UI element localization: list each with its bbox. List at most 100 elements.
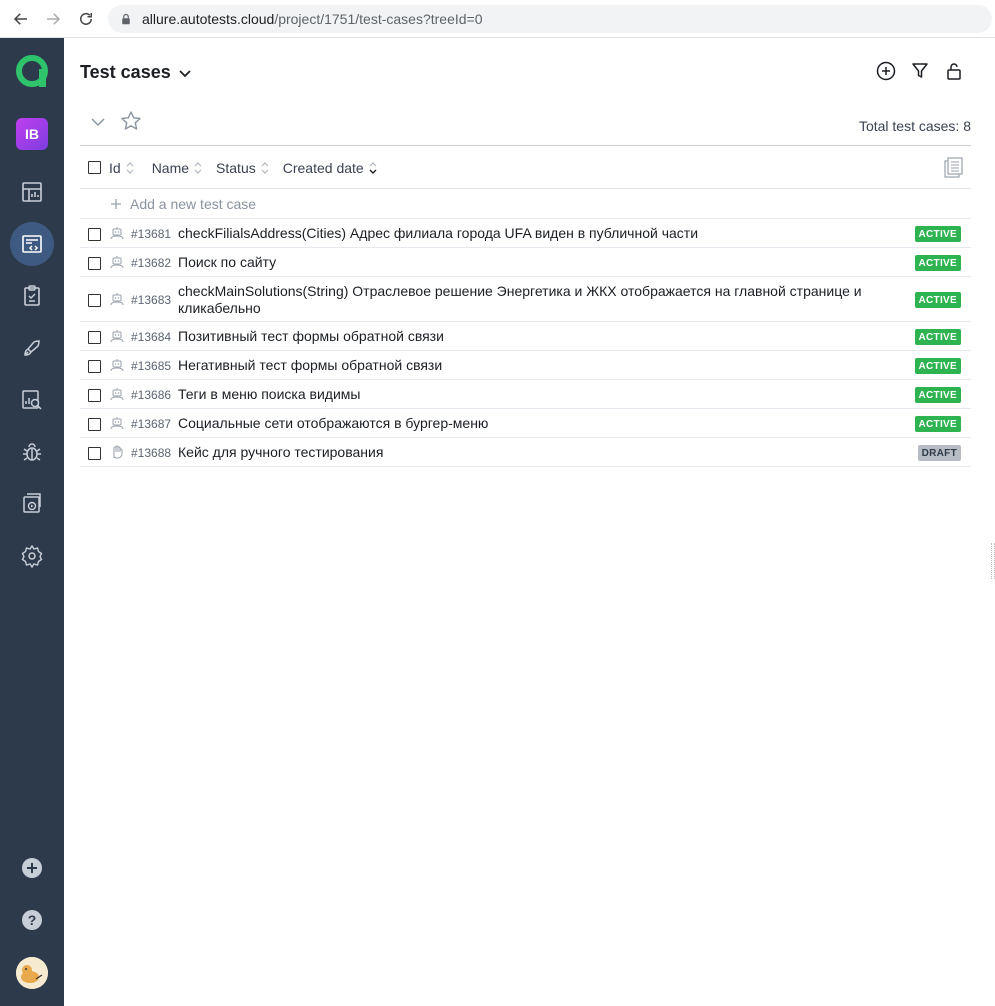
row-checkbox[interactable] [88, 418, 101, 431]
table-header: Id Name Status Created date [80, 147, 971, 189]
row-checkbox[interactable] [88, 360, 101, 373]
test-case-name[interactable]: checkFilialsAddress(Cities) Адрес филиал… [178, 225, 909, 242]
sort-icon [126, 161, 134, 174]
main-content: Test cases Total test cases: 8 Id Name S… [64, 38, 995, 1006]
page-title-text: Test cases [80, 62, 171, 82]
star-icon[interactable] [120, 110, 142, 132]
automated-robot-icon [110, 227, 124, 240]
status-badge: ACTIVE [914, 416, 961, 432]
test-case-id: #13683 [131, 293, 172, 307]
header-actions [875, 60, 965, 82]
filter-icon[interactable] [909, 60, 931, 82]
test-case-name[interactable]: Негативный тест формы обратной связи [178, 357, 909, 374]
resize-handle[interactable] [991, 543, 995, 579]
url-text: allure.autotests.cloud/project/1751/test… [142, 11, 483, 27]
add-circle-icon[interactable] [875, 60, 897, 82]
status-badge: ACTIVE [914, 358, 961, 374]
table-row[interactable]: #13687 Социальные сети отображаются в бур… [80, 409, 971, 438]
add-test-case-row[interactable]: Add a new test case [80, 190, 971, 219]
select-all-checkbox[interactable] [88, 161, 101, 174]
test-case-id: #13686 [131, 388, 172, 402]
total-count: Total test cases: 8 [858, 118, 971, 134]
dashboards-icon[interactable] [10, 170, 54, 214]
test-case-id: #13688 [131, 446, 172, 460]
sidebar: IB ? [0, 38, 64, 1006]
column-status[interactable]: Status [216, 160, 269, 176]
reload-icon[interactable] [70, 0, 102, 38]
sort-desc-icon [369, 161, 377, 174]
column-id[interactable]: Id [109, 160, 134, 176]
test-case-name[interactable]: Теги в меню поиска видимы [178, 386, 909, 403]
row-checkbox[interactable] [88, 447, 101, 460]
column-id-label: Id [109, 159, 121, 176]
allure-logo[interactable] [14, 53, 50, 89]
automated-robot-icon [110, 256, 124, 269]
row-checkbox[interactable] [88, 257, 101, 270]
chevron-down-icon[interactable] [88, 112, 108, 132]
status-badge: ACTIVE [914, 292, 961, 308]
test-case-name[interactable]: Поиск по сайту [178, 254, 909, 271]
status-badge: ACTIVE [914, 255, 961, 271]
back-icon[interactable] [5, 0, 37, 38]
column-created-label: Created date [282, 159, 364, 176]
svg-text:?: ? [28, 912, 37, 928]
row-checkbox[interactable] [88, 294, 101, 307]
automated-robot-icon [110, 293, 124, 306]
status-badge: ACTIVE [914, 226, 961, 242]
table-row[interactable]: #13686 Теги в меню поиска видимы ACTIVE [80, 380, 971, 409]
sort-icon [261, 161, 269, 174]
test-case-id: #13684 [131, 330, 172, 344]
workspace-avatar[interactable]: IB [16, 118, 48, 150]
launches-icon[interactable] [10, 326, 54, 370]
chevron-down-icon [179, 69, 191, 77]
test-case-name[interactable]: Позитивный тест формы обратной связи [178, 328, 909, 345]
table-row[interactable]: #13688 Кейс для ручного тестирования DRAFT [80, 438, 971, 467]
address-bar[interactable]: allure.autotests.cloud/project/1751/test… [108, 5, 992, 33]
test-plans-icon[interactable] [10, 274, 54, 318]
automated-robot-icon [110, 417, 124, 430]
table-row[interactable]: #13681 checkFilialsAddress(Cities) Адрес … [80, 219, 971, 248]
lock-icon[interactable] [118, 11, 134, 27]
forward-icon[interactable] [37, 0, 69, 38]
table-row[interactable]: #13682 Поиск по сайту ACTIVE [80, 248, 971, 277]
tree-toolbar: Total test cases: 8 [80, 108, 971, 146]
manual-hand-icon [113, 445, 123, 459]
browser-toolbar: allure.autotests.cloud/project/1751/test… [0, 0, 995, 38]
column-name-label: Name [151, 159, 190, 176]
plus-icon [111, 199, 121, 209]
table-row[interactable]: #13684 Позитивный тест формы обратной свя… [80, 322, 971, 351]
add-circle-icon[interactable] [10, 846, 54, 890]
settings-icon[interactable] [10, 534, 54, 578]
column-created-date[interactable]: Created date [283, 160, 377, 176]
table-row[interactable]: #13683 checkMainSolutions(String) Отрасле… [80, 277, 971, 322]
test-case-id: #13687 [131, 417, 172, 431]
test-case-name[interactable]: checkMainSolutions(String) Отраслевое ре… [178, 283, 909, 317]
column-settings-icon[interactable] [943, 157, 963, 179]
test-cases-icon[interactable] [10, 222, 54, 266]
automated-robot-icon [110, 330, 124, 343]
test-case-id: #13685 [131, 359, 172, 373]
add-test-case-label: Add a new test case [130, 196, 257, 212]
status-badge: DRAFT [917, 445, 961, 461]
test-case-id: #13681 [131, 227, 172, 241]
user-avatar[interactable] [16, 957, 48, 989]
test-case-id: #13682 [131, 256, 172, 270]
defects-icon[interactable] [10, 430, 54, 474]
jobs-icon[interactable] [10, 482, 54, 526]
row-checkbox[interactable] [88, 331, 101, 344]
test-case-name[interactable]: Кейс для ручного тестирования [178, 444, 909, 461]
help-icon[interactable]: ? [10, 898, 54, 942]
status-badge: ACTIVE [914, 387, 961, 403]
table-row[interactable]: #13685 Негативный тест формы обратной свя… [80, 351, 971, 380]
row-checkbox[interactable] [88, 389, 101, 402]
sort-icon [194, 161, 202, 174]
unlock-icon[interactable] [943, 60, 965, 82]
column-name[interactable]: Name [152, 160, 202, 176]
row-checkbox[interactable] [88, 228, 101, 241]
page-title[interactable]: Test cases [80, 62, 193, 83]
test-case-name[interactable]: Социальные сети отображаются в бургер-ме… [178, 415, 909, 432]
status-badge: ACTIVE [914, 329, 961, 345]
automated-robot-icon [110, 359, 124, 372]
test-case-list: #13681 checkFilialsAddress(Cities) Адрес … [80, 219, 971, 467]
analytics-icon[interactable] [10, 378, 54, 422]
